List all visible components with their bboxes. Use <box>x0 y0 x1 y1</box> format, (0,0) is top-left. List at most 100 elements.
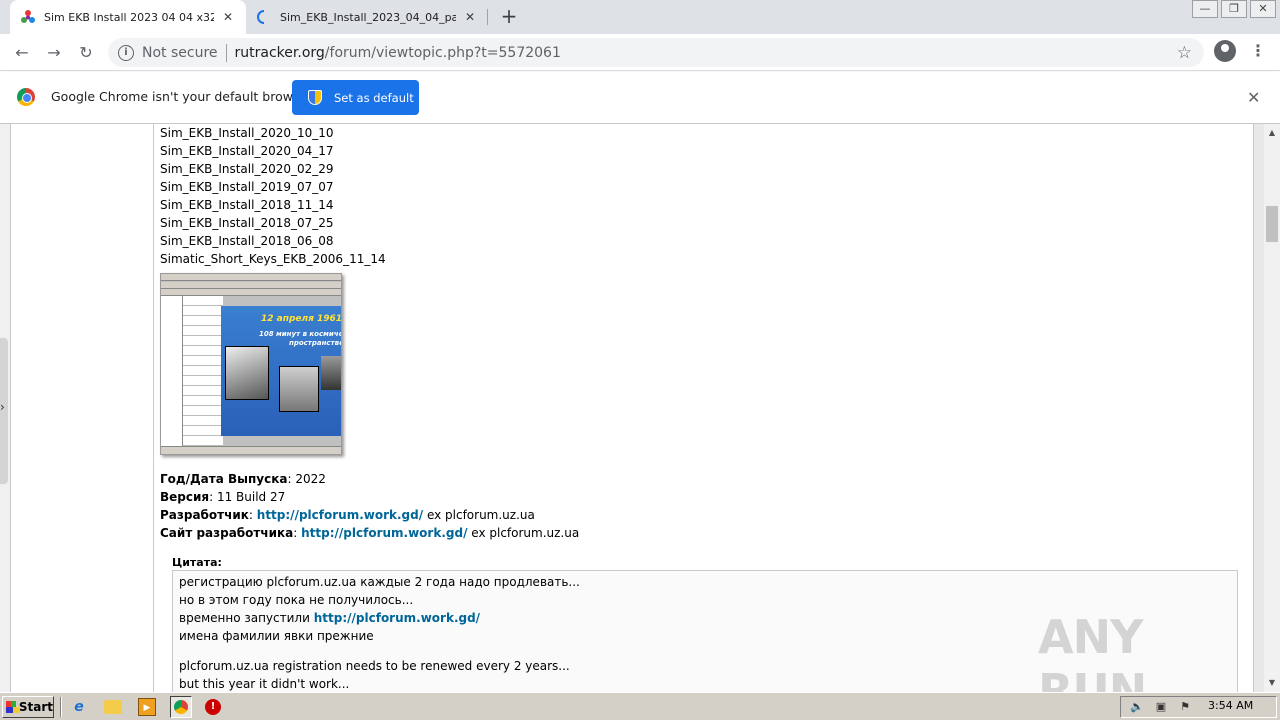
version-item: Sim_EKB_Install_2020_10_10 <box>160 126 334 140</box>
thumb-titlebar <box>161 274 341 281</box>
infobar-message: Google Chrome isn't your default browser <box>51 89 313 104</box>
set-as-default-label: Set as default <box>334 90 414 105</box>
kebab-menu-icon[interactable]: ⋮ <box>1250 41 1266 61</box>
start-label: Start <box>18 700 53 714</box>
screenshot-thumbnail[interactable]: 12 апреля 1961 г 108 минут в космичес пр… <box>160 273 342 455</box>
thumb-poster-subtitle-line: 108 минут в космичес <box>259 330 342 338</box>
quote-label: Цитата: <box>172 556 222 569</box>
set-as-default-button[interactable]: Set as default <box>292 80 419 115</box>
scrollbar-thumb[interactable] <box>1266 206 1278 242</box>
thumb-poster-title: 12 апреля 1961 г <box>261 314 342 324</box>
vertical-scrollbar[interactable]: ▲ ▼ <box>1264 124 1280 692</box>
internet-explorer-icon[interactable]: e <box>70 698 88 716</box>
forum-post-table: Sim_EKB_Install_2020_10_10 Sim_EKB_Insta… <box>10 124 1254 692</box>
site-row: Сайт разработчика: http://plcforum.work.… <box>160 526 580 540</box>
thumb-statusbar <box>161 446 341 454</box>
version-item: Simatic_Short_Keys_EKB_2006_11_14 <box>160 252 386 266</box>
release-info: Год/Дата Выпуска: 2022 Версия: 11 Build … <box>160 470 1250 542</box>
folder-icon[interactable] <box>104 700 122 714</box>
info-icon[interactable]: i <box>118 44 134 61</box>
start-button[interactable]: Start <box>2 696 54 718</box>
tab-close-icon[interactable]: ✕ <box>220 10 236 24</box>
side-panel-toggle[interactable] <box>0 338 8 484</box>
thumb-menubar <box>161 282 341 289</box>
thumb-photo-rocket <box>279 366 319 412</box>
anyrun-watermark: ANY RUN <box>1038 610 1147 692</box>
url-path: /forum/viewtopic.php?t=5572061 <box>324 44 561 61</box>
tab-title: Sim EKB Install 2023 04 04 x32 [2023 <box>44 10 214 24</box>
site-label: Сайт разработчика <box>160 526 294 540</box>
thumb-photo-portrait <box>321 356 341 390</box>
tab-strip: Sim EKB Install 2023 04 04 x32 [2023 ✕ S… <box>0 0 1280 34</box>
volume-icon[interactable]: 🔈 <box>1129 700 1145 714</box>
thumb-poster-subtitle-line: пространстве <box>289 339 342 347</box>
quote-line-text: временно запустили <box>179 611 310 625</box>
version-item: Sim_EKB_Install_2018_06_08 <box>160 234 334 248</box>
media-player-icon[interactable]: ▶ <box>138 698 156 716</box>
thumb-grid <box>183 296 223 446</box>
developer-row: Разработчик: http://plcforum.work.gd/ ex… <box>160 508 535 522</box>
version-item: Sim_EKB_Install_2020_04_17 <box>160 144 334 158</box>
thumb-left-pane <box>161 296 183 446</box>
flag-icon[interactable]: ⚑ <box>1177 700 1193 714</box>
version-list: Sim_EKB_Install_2020_10_10 Sim_EKB_Insta… <box>160 124 1250 268</box>
site-suffix: ex plcforum.uz.ua <box>471 526 580 540</box>
security-label: Not secure <box>142 44 218 61</box>
url-host: rutracker.org <box>234 44 325 61</box>
reload-icon[interactable]: ↻ <box>74 41 98 65</box>
forward-arrow-icon[interactable]: → <box>42 41 66 65</box>
tab-title: Sim_EKB_Install_2023_04_04_passwor <box>280 10 456 24</box>
close-window-button[interactable]: ✕ <box>1250 0 1276 18</box>
tab-sim-ekb-install[interactable]: Sim EKB Install 2023 04 04 x32 [2023 ✕ <box>10 0 246 34</box>
post-content-column: Sim_EKB_Install_2020_10_10 Sim_EKB_Insta… <box>153 124 1255 692</box>
version-label: Версия <box>160 490 210 504</box>
tab-close-icon[interactable]: ✕ <box>462 10 478 24</box>
stop-sign-icon[interactable]: ! <box>205 699 221 715</box>
version-item: Sim_EKB_Install_2018_07_25 <box>160 216 334 230</box>
default-browser-infobar: Google Chrome isn't your default browser… <box>0 72 1280 124</box>
loading-spinner-icon <box>257 10 265 24</box>
window-controls: — ❐ ✕ <box>1189 0 1276 18</box>
developer-link[interactable]: http://plcforum.work.gd/ <box>257 508 423 522</box>
thumb-poster-subtitle: 108 минут в космичес пространстве <box>259 330 342 348</box>
system-tray: 🔈 ▣ ⚑ <box>1120 696 1277 718</box>
version-value: 11 Build 27 <box>216 490 286 504</box>
network-icon[interactable]: ▣ <box>1153 700 1169 714</box>
thumb-toolbar <box>161 289 341 296</box>
windows-logo-icon <box>6 701 20 713</box>
quote-line: но в этом году пока не получилось... <box>179 593 414 607</box>
site-link[interactable]: http://plcforum.work.gd/ <box>301 526 467 540</box>
quote-line: регистрацию plcforum.uz.ua каждые 2 года… <box>179 575 580 589</box>
uac-shield-icon <box>308 90 322 105</box>
back-arrow-icon[interactable]: ← <box>10 41 34 65</box>
windows-taskbar: Start e ▶ ! 🔈 ▣ ⚑ 3:54 AM <box>0 692 1280 720</box>
new-tab-button[interactable]: + <box>498 6 520 28</box>
page-viewport: Sim_EKB_Install_2020_10_10 Sim_EKB_Insta… <box>0 124 1264 692</box>
chrome-taskbar-icon[interactable] <box>170 696 192 718</box>
developer-suffix: ex plcforum.uz.ua <box>426 508 535 522</box>
address-bar[interactable]: i Not secure rutracker.org/forum/viewtop… <box>108 38 1204 67</box>
version-row: Версия: 11 Build 27 <box>160 490 286 504</box>
post-body: Sim_EKB_Install_2020_10_10 Sim_EKB_Insta… <box>160 124 1250 692</box>
infobar-close-icon[interactable]: ✕ <box>1247 88 1260 107</box>
tab-password[interactable]: Sim_EKB_Install_2023_04_04_passwor ✕ <box>246 0 488 34</box>
taskbar-clock: 3:54 AM <box>1208 699 1254 712</box>
browser-toolbar: ← → ↻ i Not secure rutracker.org/forum/v… <box>0 34 1280 71</box>
minimize-button[interactable]: — <box>1192 0 1218 18</box>
profile-avatar-icon[interactable] <box>1214 40 1236 62</box>
thumb-photo-cosmonaut <box>225 346 269 400</box>
year-value: 2022 <box>295 472 326 486</box>
taskbar-separator <box>60 697 62 717</box>
year-row: Год/Дата Выпуска: 2022 <box>160 472 326 486</box>
left-side-panel <box>0 124 10 692</box>
scroll-down-arrow-icon[interactable]: ▼ <box>1264 676 1280 690</box>
chrome-logo-icon <box>17 88 35 106</box>
scroll-up-arrow-icon[interactable]: ▲ <box>1264 126 1280 140</box>
maximize-button[interactable]: ❐ <box>1221 0 1247 18</box>
version-item: Sim_EKB_Install_2018_11_14 <box>160 198 334 212</box>
version-item: Sim_EKB_Install_2020_02_29 <box>160 162 334 176</box>
year-label: Год/Дата Выпуска <box>160 472 288 486</box>
rutracker-favicon-icon <box>21 10 35 23</box>
quote-link[interactable]: http://plcforum.work.gd/ <box>314 611 480 625</box>
bookmark-star-icon[interactable]: ☆ <box>1177 43 1192 63</box>
